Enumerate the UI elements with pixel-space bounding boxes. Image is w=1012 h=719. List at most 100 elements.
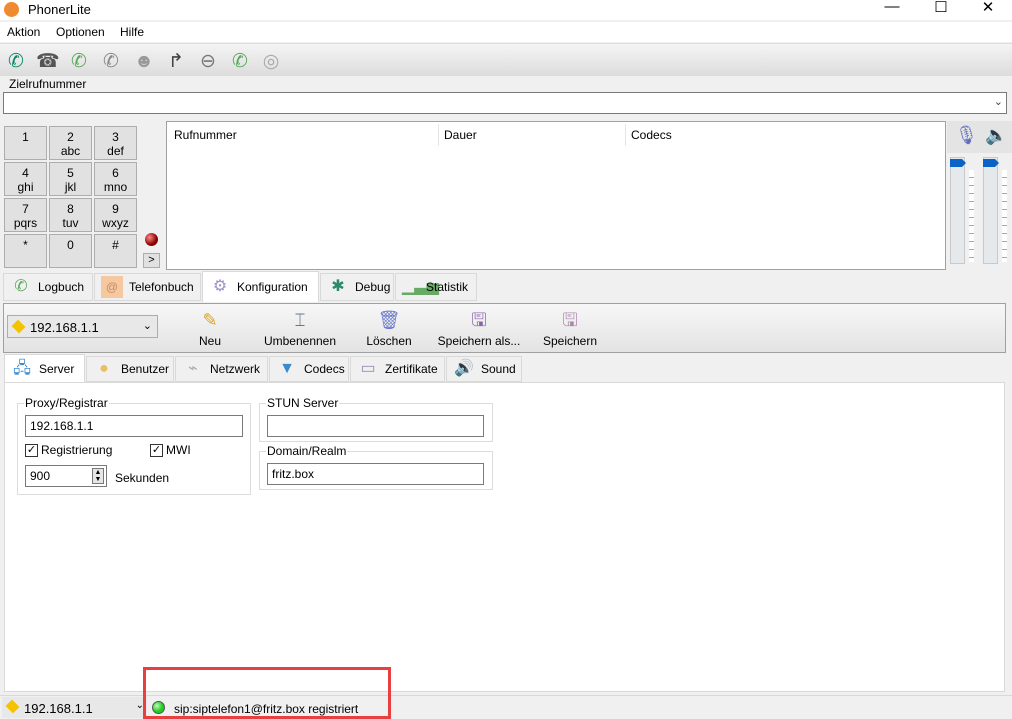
call-icon[interactable]: ✆ <box>5 51 27 73</box>
menu-bar: Aktion Optionen Hilfe <box>0 22 1012 42</box>
speaker-slider-thumb[interactable] <box>983 159 999 167</box>
tab-logbuch[interactable]: ✆ Logbuch <box>3 273 93 301</box>
forward-icon[interactable]: ↱ <box>165 51 187 73</box>
subtab-codecs[interactable]: ▼ Codecs <box>269 356 349 382</box>
column-header-codecs[interactable]: Codecs <box>631 128 672 142</box>
conference-icon[interactable]: ☻ <box>133 51 155 73</box>
destination-input[interactable]: ⌄ <box>3 92 1007 114</box>
tab-label: Logbuch <box>38 280 85 294</box>
column-header-number[interactable]: Rufnummer <box>174 128 237 142</box>
tab-telefonbuch[interactable]: @ Telefonbuch <box>94 273 201 301</box>
tab-label: Benutzer <box>121 362 170 376</box>
key-letters: jkl <box>64 180 77 194</box>
key-digit: # <box>112 238 119 252</box>
subtab-server[interactable]: 🖧 Server <box>4 354 85 383</box>
speaker-muted-icon[interactable]: 🔈 <box>985 125 1007 146</box>
save-as-button[interactable]: 🖫 Speichern als... <box>434 309 524 348</box>
app-logo-icon <box>4 2 19 17</box>
network-cable-icon: ⌁ <box>188 360 198 377</box>
new-button[interactable]: ✎ Neu <box>165 309 255 348</box>
certificate-icon: ▭ <box>360 360 376 377</box>
column-header-duration[interactable]: Dauer <box>444 128 477 142</box>
codec-icon: ▼ <box>279 360 295 377</box>
dialpad-key[interactable]: 4 ghi <box>4 162 47 196</box>
subtab-zertifikate[interactable]: ▭ Zertifikate <box>350 356 445 382</box>
status-profile-select[interactable]: 192.168.1.1 ⌄ <box>2 697 147 718</box>
dialpad-key[interactable]: 6 mno <box>94 162 137 196</box>
mwi-checkbox[interactable]: ✓ MWI <box>150 443 191 457</box>
call-list[interactable]: Rufnummer Dauer Codecs <box>166 121 946 270</box>
seconds-spinner[interactable]: 900 ▲ ▼ <box>25 465 107 487</box>
save-as-icon: 🖫 <box>471 310 487 330</box>
stun-input[interactable] <box>267 415 484 437</box>
speaker-volume-slider[interactable] <box>983 157 999 264</box>
profile-select[interactable]: 192.168.1.1 ⌄ <box>7 315 158 338</box>
registration-checkbox[interactable]: ✓ Registrierung <box>25 443 112 457</box>
trash-icon: 🗑 <box>377 310 401 330</box>
callback-icon[interactable]: ✆ <box>68 51 90 73</box>
close-button[interactable]: ✕ <box>968 0 1008 16</box>
group-label: STUN Server <box>266 396 340 410</box>
dialpad-key[interactable]: 7 pqrs <box>4 198 47 232</box>
rename-button[interactable]: ⌶ Umbenennen <box>255 309 345 348</box>
button-label: Löschen <box>366 334 412 348</box>
delete-button[interactable]: 🗑 Löschen <box>344 309 434 348</box>
spin-arrows-icon[interactable]: ▲ ▼ <box>92 468 104 484</box>
reject-icon[interactable]: ⊖ <box>197 51 219 73</box>
minimize-button[interactable]: — <box>872 0 912 15</box>
tab-label: Sound <box>481 362 516 376</box>
checkbox-label: MWI <box>166 443 191 457</box>
hold-icon[interactable]: ✆ <box>100 51 122 73</box>
key-letters: wxyz <box>102 216 129 230</box>
hangup-icon[interactable]: ☎ <box>36 51 60 73</box>
dialpad-key[interactable]: * <box>4 234 47 268</box>
subtab-sound[interactable]: 🔊 Sound <box>446 356 522 382</box>
mic-muted-icon[interactable]: 🎙 <box>955 125 978 146</box>
proxy-input[interactable]: 192.168.1.1 <box>25 415 243 437</box>
tab-label: Netzwerk <box>210 362 261 376</box>
window-title: PhonerLite <box>28 2 91 17</box>
expand-button[interactable]: > <box>143 253 160 268</box>
fritzbox-icon <box>5 699 20 714</box>
tab-debug[interactable]: ✱ Debug <box>320 273 394 301</box>
menu-optionen[interactable]: Optionen <box>56 25 105 39</box>
tab-konfiguration[interactable]: ⚙ Konfiguration <box>202 271 319 302</box>
mic-slider-thumb[interactable] <box>950 159 966 167</box>
checkmark-icon: ✓ <box>150 443 163 457</box>
chevron-down-icon: ⌄ <box>142 320 152 332</box>
fritzbox-icon <box>11 319 26 334</box>
call-wait-icon[interactable]: ✆ <box>229 51 251 73</box>
dialpad-key[interactable]: 8 tuv <box>49 198 92 232</box>
seconds-value: 900 <box>30 469 51 483</box>
mic-volume-slider[interactable] <box>950 157 966 264</box>
dialpad-key[interactable]: 1 <box>4 126 47 160</box>
chevron-down-icon[interactable]: ⌄ <box>994 95 1003 108</box>
button-label: Speichern als... <box>437 334 521 348</box>
checkmark-icon: ✓ <box>25 443 38 457</box>
key-letters: ghi <box>17 180 34 194</box>
menu-aktion[interactable]: Aktion <box>7 25 40 39</box>
key-digit: 5 <box>67 166 74 180</box>
maximize-button[interactable]: ☐ <box>921 0 961 16</box>
key-digit: 0 <box>67 238 74 252</box>
key-letters: mno <box>103 180 128 194</box>
subtab-netzwerk[interactable]: ⌁ Netzwerk <box>175 356 268 382</box>
tab-statistik[interactable]: ▁▃▅ Statistik <box>395 273 477 301</box>
dialpad-key[interactable]: 3 def <box>94 126 137 160</box>
stun-server-group: STUN Server <box>259 396 493 442</box>
key-digit: 3 <box>112 130 119 144</box>
tab-label: Konfiguration <box>237 280 308 294</box>
status-profile-value: 192.168.1.1 <box>24 701 93 716</box>
floppy-icon: 🖫 <box>562 310 578 330</box>
subtab-benutzer[interactable]: ● Benutzer <box>86 356 174 382</box>
domain-realm-group: Domain/Realm fritz.box <box>259 444 493 490</box>
anonymous-icon[interactable]: ◎ <box>260 51 282 73</box>
dialpad-key[interactable]: 2 abc <box>49 126 92 160</box>
dialpad-key[interactable]: 9 wxyz <box>94 198 137 232</box>
domain-input[interactable]: fritz.box <box>267 463 484 485</box>
dialpad-key[interactable]: 0 <box>49 234 92 268</box>
dialpad-key[interactable]: 5 jkl <box>49 162 92 196</box>
menu-hilfe[interactable]: Hilfe <box>120 25 144 39</box>
dialpad-key[interactable]: # <box>94 234 137 268</box>
save-button[interactable]: 🖫 Speichern <box>525 309 615 348</box>
